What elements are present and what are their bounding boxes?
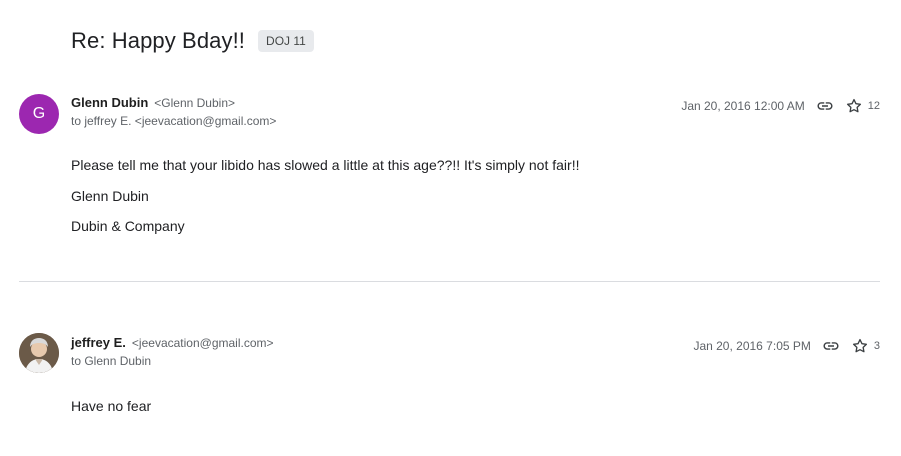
star-count: 12 — [867, 100, 880, 112]
recipient-line[interactable]: to Glenn Dubin — [71, 354, 151, 368]
thread-subject: Re: Happy Bday!! — [71, 28, 246, 53]
message-body-line: Have no fear — [71, 398, 152, 414]
signature-company: Dubin & Company — [71, 218, 185, 234]
message-date: Jan 20, 2016 12:00 AM — [681, 99, 805, 113]
star-icon[interactable] — [844, 96, 864, 116]
signature-name: Glenn Dubin — [71, 188, 149, 204]
thread-label-chip[interactable]: DOJ 11 — [258, 30, 314, 52]
avatar[interactable]: G — [19, 94, 59, 134]
star-count: 3 — [873, 340, 880, 352]
sender-name[interactable]: Glenn Dubin — [71, 95, 148, 110]
star-icon[interactable] — [850, 336, 870, 356]
link-icon[interactable] — [821, 336, 841, 356]
sender-email: <Glenn Dubin> — [154, 96, 236, 110]
message-divider — [19, 281, 880, 282]
message-meta: Jan 20, 2016 12:00 AM 12 — [681, 96, 880, 116]
message-body-line: Please tell me that your libido has slow… — [71, 157, 580, 173]
sender-line: Glenn Dubin <Glenn Dubin> — [71, 95, 235, 110]
thread-header: Re: Happy Bday!! DOJ 11 — [71, 28, 314, 54]
avatar-letter: G — [32, 105, 46, 122]
link-icon[interactable] — [815, 96, 835, 116]
avatar[interactable] — [19, 333, 59, 373]
avatar-photo-icon — [19, 333, 59, 373]
sender-email: <jeevacation@gmail.com> — [131, 336, 274, 350]
message-meta: Jan 20, 2016 7:05 PM 3 — [693, 336, 880, 356]
message-date: Jan 20, 2016 7:05 PM — [693, 339, 811, 353]
sender-line: jeffrey E. <jeevacation@gmail.com> — [71, 335, 274, 350]
recipient-line[interactable]: to jeffrey E. <jeevacation@gmail.com> — [71, 114, 276, 128]
sender-name[interactable]: jeffrey E. — [71, 335, 126, 350]
